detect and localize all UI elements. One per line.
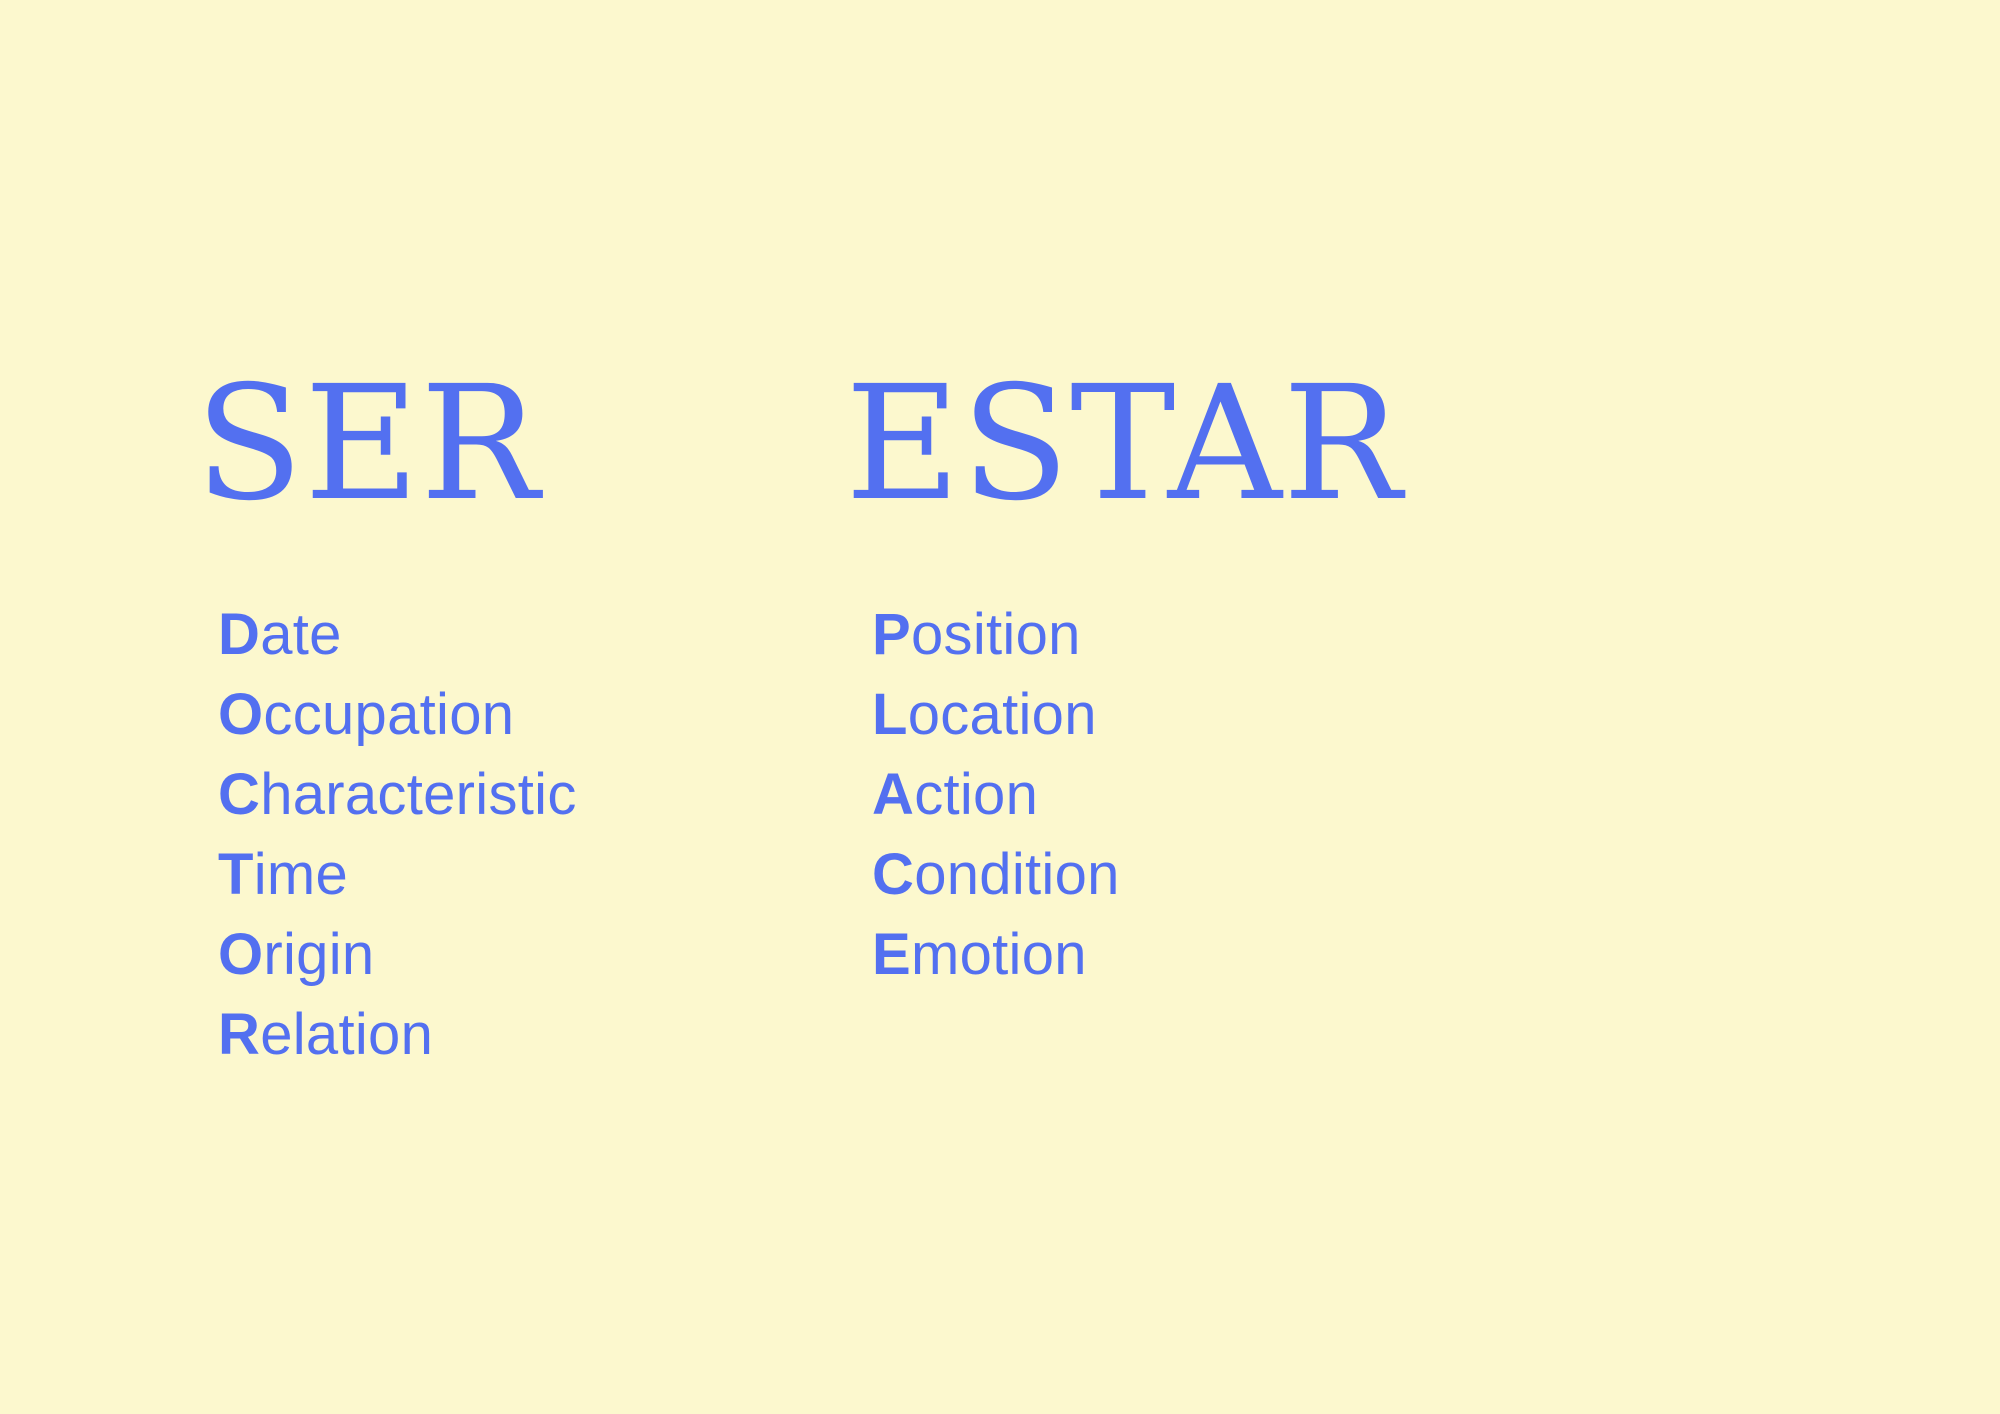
- list-item: Characteristic: [218, 755, 577, 835]
- term-initial: E: [872, 922, 911, 987]
- heading-estar: ESTAR: [845, 352, 1403, 536]
- term-initial: L: [872, 682, 908, 747]
- term-initial: R: [218, 1002, 261, 1067]
- term-initial: O: [218, 682, 264, 747]
- list-item: Date: [218, 595, 577, 675]
- term-list-ser: Date Occupation Characteristic Time Orig…: [218, 595, 577, 1075]
- term-initial: P: [872, 602, 911, 667]
- list-item: Emotion: [872, 915, 1120, 995]
- term-rest: ccupation: [263, 682, 515, 747]
- term-rest: ate: [260, 602, 342, 667]
- term-rest: ction: [914, 762, 1039, 827]
- list-item: Position: [872, 595, 1120, 675]
- poster-canvas: SER Date Occupation Characteristic Time …: [0, 0, 2000, 1414]
- term-rest: ocation: [907, 682, 1097, 747]
- term-rest: haracteristic: [260, 762, 577, 827]
- term-initial: A: [872, 762, 915, 827]
- term-initial: D: [218, 602, 261, 667]
- term-rest: motion: [910, 922, 1087, 987]
- term-rest: rigin: [263, 922, 375, 987]
- list-item: Time: [218, 835, 577, 915]
- list-item: Relation: [218, 995, 577, 1075]
- list-item: Origin: [218, 915, 577, 995]
- term-initial: C: [872, 842, 915, 907]
- list-item: Condition: [872, 835, 1120, 915]
- term-rest: ondition: [914, 842, 1120, 907]
- term-initial: T: [218, 842, 254, 907]
- term-initial: O: [218, 922, 264, 987]
- term-initial: C: [218, 762, 261, 827]
- columns-container: SER Date Occupation Characteristic Time …: [0, 0, 2000, 1414]
- term-rest: ime: [253, 842, 349, 907]
- list-item: Location: [872, 675, 1120, 755]
- term-list-estar: Position Location Action Condition Emoti…: [872, 595, 1120, 995]
- column-estar: ESTAR Position Location Action Condition…: [845, 365, 1545, 995]
- heading-ser: SER: [195, 352, 540, 536]
- term-rest: elation: [260, 1002, 434, 1067]
- list-item: Action: [872, 755, 1120, 835]
- term-rest: osition: [910, 602, 1081, 667]
- column-ser: SER Date Occupation Characteristic Time …: [190, 365, 830, 1075]
- list-item: Occupation: [218, 675, 577, 755]
